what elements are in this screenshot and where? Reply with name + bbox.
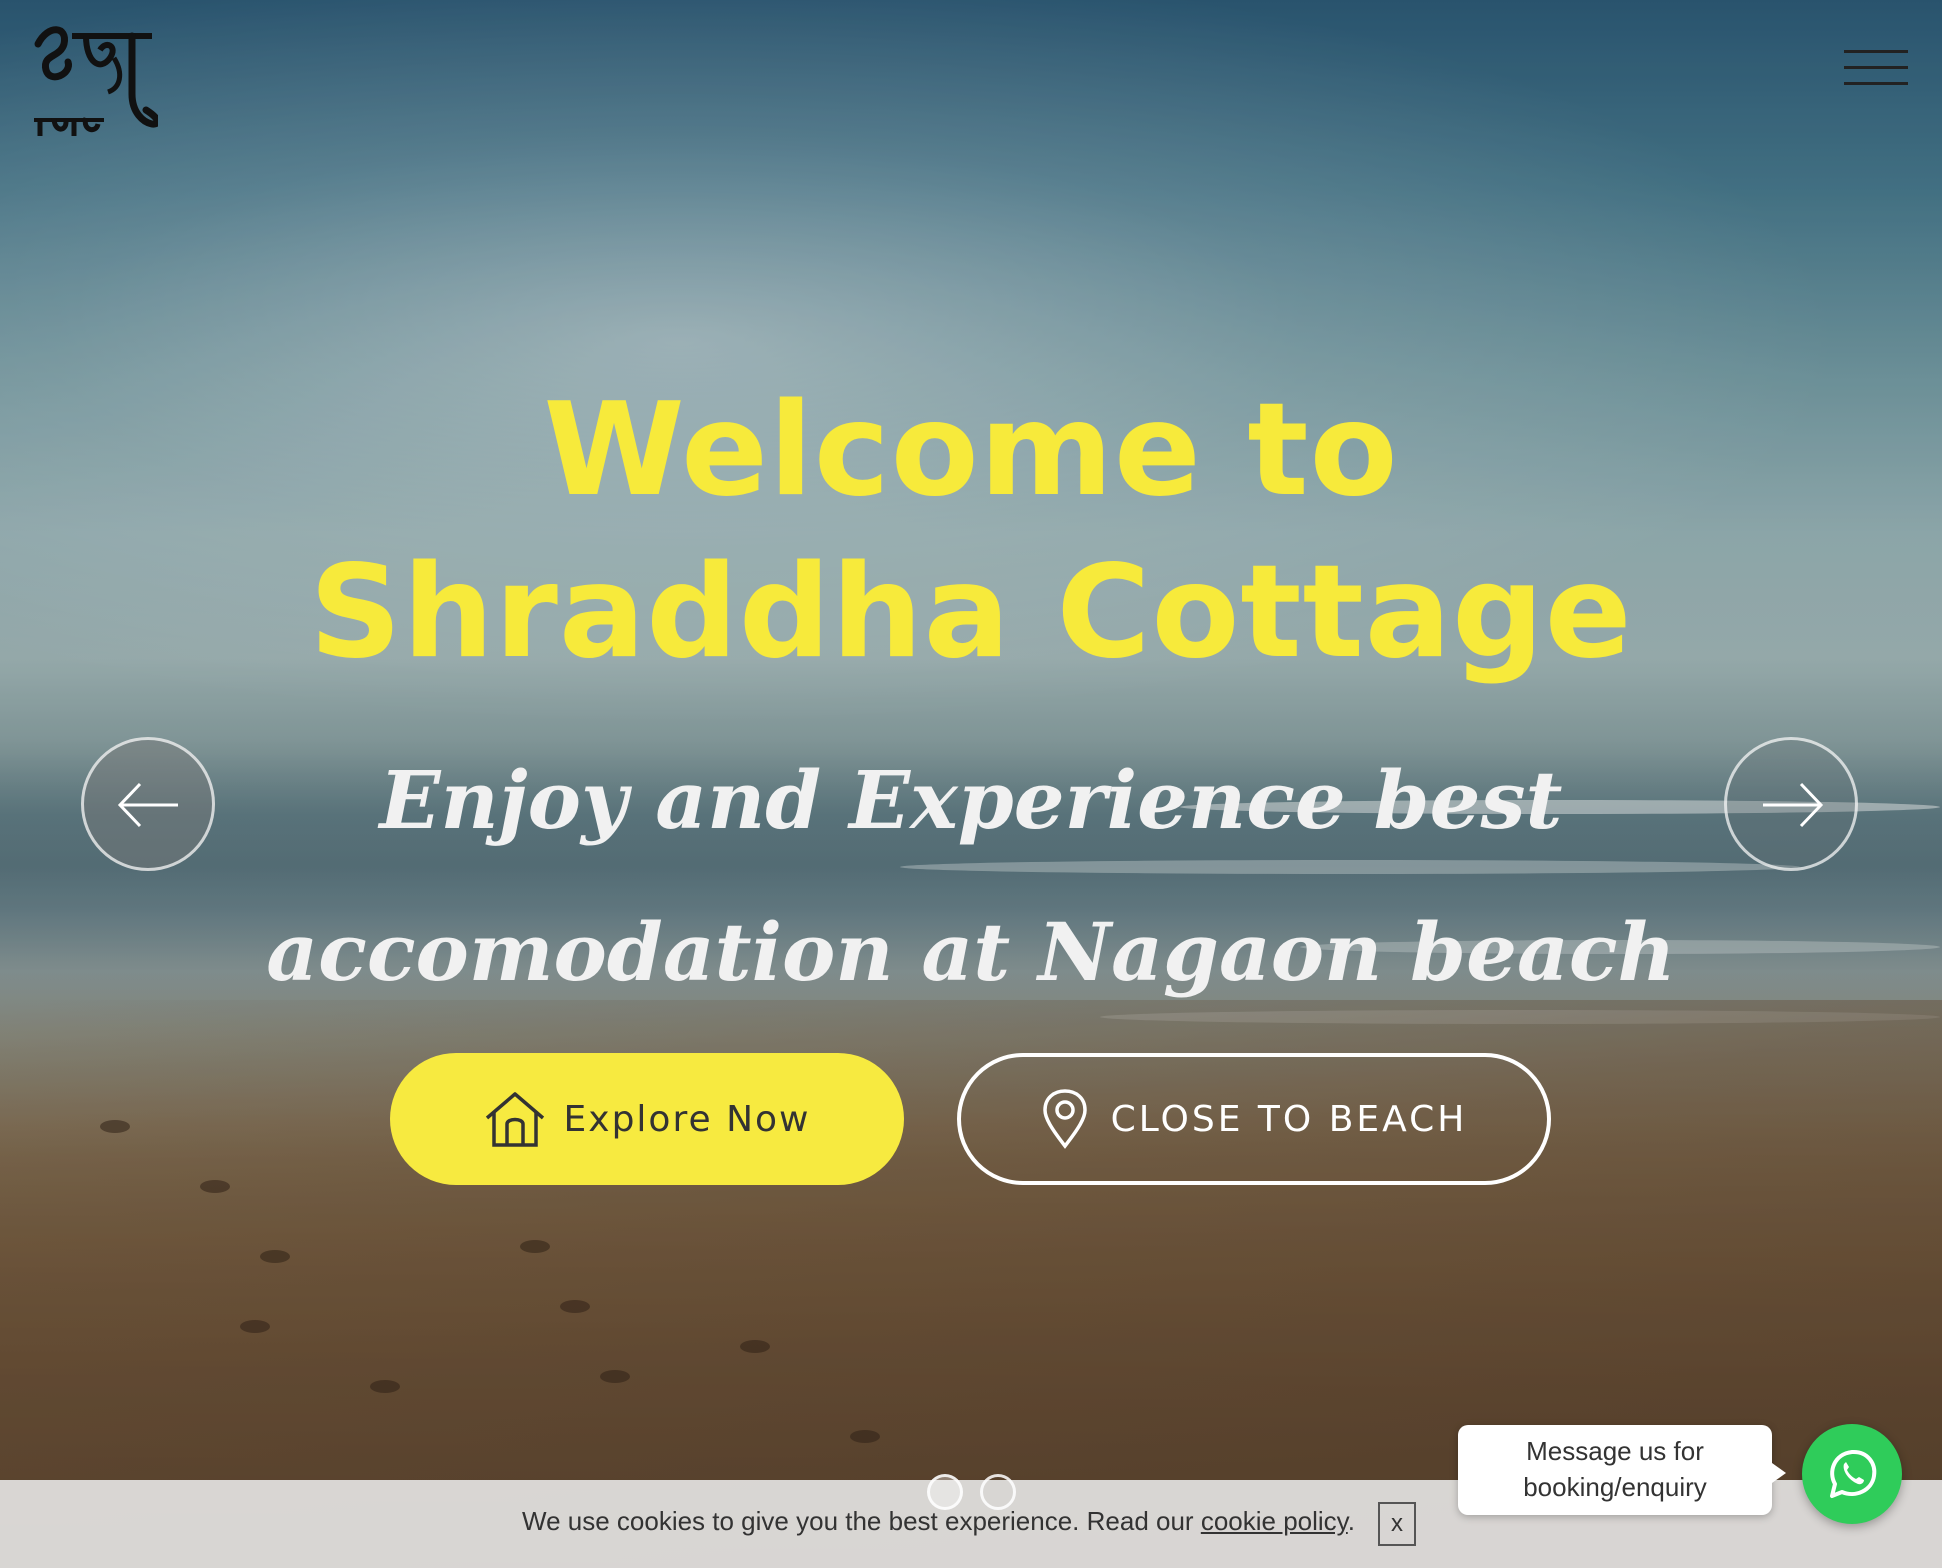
cookie-close-button[interactable]: x (1378, 1502, 1416, 1546)
cookie-text-after: . (1347, 1506, 1355, 1536)
hero-title-line1: Welcome to (543, 376, 1399, 525)
hero-subtitle-line1: Enjoy and Experience best (379, 753, 1563, 847)
whatsapp-button[interactable] (1802, 1424, 1902, 1524)
home-icon (485, 1092, 544, 1147)
hero-subtitle-line2: accomodation at Nagaon beach (266, 905, 1676, 999)
whatsapp-icon (1830, 1449, 1877, 1498)
arrow-right-icon (1763, 782, 1824, 828)
hero-title-line2: Shraddha Cottage (309, 538, 1633, 687)
close-to-beach-label: CLOSE TO BEACH (1110, 1098, 1468, 1140)
close-to-beach-button[interactable]: CLOSE TO BEACH (957, 1053, 1551, 1185)
menu-button[interactable] (1844, 44, 1908, 92)
menu-icon-bar (1844, 82, 1908, 85)
whatsapp-message-line1: Message us for (1526, 1436, 1704, 1466)
carousel-next-button[interactable] (1724, 737, 1858, 871)
menu-icon-bar (1844, 66, 1908, 69)
cookie-message: We use cookies to give you the best expe… (522, 1506, 1355, 1537)
hero-title: Welcome to Shraddha Cottage (0, 370, 1942, 694)
map-pin-icon (1042, 1089, 1087, 1149)
whatsapp-message-line2: booking/enquiry (1523, 1472, 1707, 1502)
cookie-text-before: We use cookies to give you the best expe… (522, 1506, 1201, 1536)
site-logo[interactable] (28, 14, 161, 142)
carousel-dot-2[interactable] (980, 1474, 1016, 1510)
arrow-left-icon (117, 782, 178, 828)
explore-now-button[interactable]: Explore Now (390, 1053, 904, 1185)
logo-icon (34, 26, 161, 136)
menu-icon-bar (1844, 50, 1908, 53)
explore-now-label: Explore Now (563, 1098, 811, 1140)
carousel-prev-button[interactable] (81, 737, 215, 871)
carousel-dot-1[interactable] (927, 1474, 963, 1510)
cookie-policy-link[interactable]: cookie policy (1201, 1506, 1348, 1536)
whatsapp-message-bubble[interactable]: Message us for booking/enquiry (1458, 1425, 1786, 1515)
hero-subtitle: Enjoy and Experience best accomodation a… (0, 724, 1942, 1028)
